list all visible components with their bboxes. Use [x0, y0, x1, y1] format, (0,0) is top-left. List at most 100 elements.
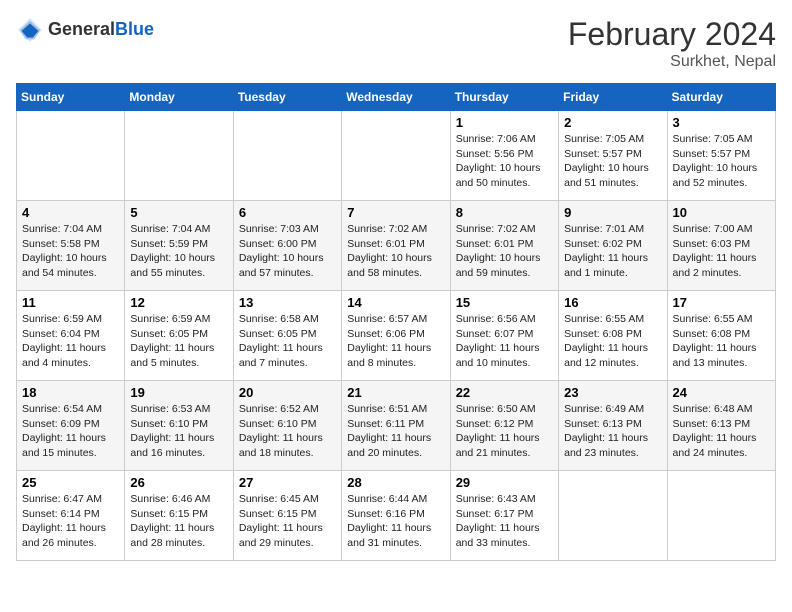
calendar-cell: 16Sunrise: 6:55 AMSunset: 6:08 PMDayligh… — [559, 291, 667, 381]
cell-content: Sunrise: 6:46 AMSunset: 6:15 PMDaylight:… — [130, 492, 227, 551]
logo-text: GeneralBlue — [48, 20, 154, 40]
calendar-cell: 9 Sunrise: 7:01 AMSunset: 6:02 PMDaylight… — [559, 201, 667, 291]
calendar-cell — [342, 111, 450, 201]
day-number: 14 — [347, 295, 444, 310]
cell-content: Sunrise: 6:55 AMSunset: 6:08 PMDaylight:… — [673, 312, 770, 371]
day-number: 10 — [673, 205, 770, 220]
calendar-cell — [125, 111, 233, 201]
calendar-cell: 20Sunrise: 6:52 AMSunset: 6:10 PMDayligh… — [233, 381, 341, 471]
cell-content: Sunrise: 6:50 AMSunset: 6:12 PMDaylight:… — [456, 402, 553, 461]
cell-content: Sunrise: 7:06 AMSunset: 5:56 PMDaylight:… — [456, 132, 553, 191]
weekday-header-wednesday: Wednesday — [342, 84, 450, 111]
weekday-header-sunday: Sunday — [17, 84, 125, 111]
calendar-cell: 29 Sunrise: 6:43 AMSunset: 6:17 PMDayligh… — [450, 471, 558, 561]
cell-content: Sunrise: 6:43 AMSunset: 6:17 PMDaylight:… — [456, 492, 553, 551]
calendar-week-row: 25 Sunrise: 6:47 AMSunset: 6:14 PMDayligh… — [17, 471, 776, 561]
calendar-cell: 2Sunrise: 7:05 AMSunset: 5:57 PMDaylight… — [559, 111, 667, 201]
calendar-cell: 6Sunrise: 7:03 AMSunset: 6:00 PMDaylight… — [233, 201, 341, 291]
calendar-cell — [559, 471, 667, 561]
cell-content: Sunrise: 6:44 AMSunset: 6:16 PMDaylight:… — [347, 492, 444, 551]
calendar-cell: 28 Sunrise: 6:44 AMSunset: 6:16 PMDayligh… — [342, 471, 450, 561]
cell-content: Sunrise: 7:02 AMSunset: 6:01 PMDaylight:… — [456, 222, 553, 281]
day-number: 15 — [456, 295, 553, 310]
day-number: 29 — [456, 475, 553, 490]
day-number: 12 — [130, 295, 227, 310]
cell-content: Sunrise: 6:55 AMSunset: 6:08 PMDaylight:… — [564, 312, 661, 371]
cell-content: Sunrise: 6:57 AMSunset: 6:06 PMDaylight:… — [347, 312, 444, 371]
calendar-cell: 26Sunrise: 6:46 AMSunset: 6:15 PMDayligh… — [125, 471, 233, 561]
month-year-title: February 2024 — [568, 16, 776, 53]
day-number: 3 — [673, 115, 770, 130]
day-number: 28 — [347, 475, 444, 490]
weekday-header-monday: Monday — [125, 84, 233, 111]
day-number: 4 — [22, 205, 119, 220]
calendar-cell: 5Sunrise: 7:04 AMSunset: 5:59 PMDaylight… — [125, 201, 233, 291]
calendar-cell: 27Sunrise: 6:45 AMSunset: 6:15 PMDayligh… — [233, 471, 341, 561]
weekday-header-saturday: Saturday — [667, 84, 775, 111]
day-number: 25 — [22, 475, 119, 490]
calendar-cell: 8 Sunrise: 7:02 AMSunset: 6:01 PMDaylight… — [450, 201, 558, 291]
day-number: 24 — [673, 385, 770, 400]
calendar-cell: 19 Sunrise: 6:53 AMSunset: 6:10 PMDayligh… — [125, 381, 233, 471]
cell-content: Sunrise: 7:05 AMSunset: 5:57 PMDaylight:… — [673, 132, 770, 191]
day-number: 9 — [564, 205, 661, 220]
calendar-cell: 17 Sunrise: 6:55 AMSunset: 6:08 PMDayligh… — [667, 291, 775, 381]
day-number: 19 — [130, 385, 227, 400]
cell-content: Sunrise: 6:59 AMSunset: 6:05 PMDaylight:… — [130, 312, 227, 371]
day-number: 27 — [239, 475, 336, 490]
calendar-cell — [17, 111, 125, 201]
calendar-cell: 14 Sunrise: 6:57 AMSunset: 6:06 PMDayligh… — [342, 291, 450, 381]
cell-content: Sunrise: 7:03 AMSunset: 6:00 PMDaylight:… — [239, 222, 336, 281]
cell-content: Sunrise: 6:51 AMSunset: 6:11 PMDaylight:… — [347, 402, 444, 461]
day-number: 11 — [22, 295, 119, 310]
cell-content: Sunrise: 7:05 AMSunset: 5:57 PMDaylight:… — [564, 132, 661, 191]
cell-content: Sunrise: 7:02 AMSunset: 6:01 PMDaylight:… — [347, 222, 444, 281]
calendar-cell: 3 Sunrise: 7:05 AMSunset: 5:57 PMDaylight… — [667, 111, 775, 201]
page-header: GeneralBlue February 2024 Surkhet, Nepal — [16, 16, 776, 71]
cell-content: Sunrise: 6:48 AMSunset: 6:13 PMDaylight:… — [673, 402, 770, 461]
calendar-cell: 7 Sunrise: 7:02 AMSunset: 6:01 PMDaylight… — [342, 201, 450, 291]
calendar-cell: 18Sunrise: 6:54 AMSunset: 6:09 PMDayligh… — [17, 381, 125, 471]
weekday-header-thursday: Thursday — [450, 84, 558, 111]
calendar-cell: 12 Sunrise: 6:59 AMSunset: 6:05 PMDayligh… — [125, 291, 233, 381]
cell-content: Sunrise: 6:52 AMSunset: 6:10 PMDaylight:… — [239, 402, 336, 461]
calendar-cell: 4 Sunrise: 7:04 AMSunset: 5:58 PMDaylight… — [17, 201, 125, 291]
calendar-cell: 22 Sunrise: 6:50 AMSunset: 6:12 PMDayligh… — [450, 381, 558, 471]
logo: GeneralBlue — [16, 16, 154, 44]
calendar-cell: 24 Sunrise: 6:48 AMSunset: 6:13 PMDayligh… — [667, 381, 775, 471]
calendar-cell: 15 Sunrise: 6:56 AMSunset: 6:07 PMDayligh… — [450, 291, 558, 381]
weekday-header-friday: Friday — [559, 84, 667, 111]
cell-content: Sunrise: 6:49 AMSunset: 6:13 PMDaylight:… — [564, 402, 661, 461]
day-number: 18 — [22, 385, 119, 400]
cell-content: Sunrise: 6:53 AMSunset: 6:10 PMDaylight:… — [130, 402, 227, 461]
calendar-cell — [233, 111, 341, 201]
calendar-cell: 10Sunrise: 7:00 AMSunset: 6:03 PMDayligh… — [667, 201, 775, 291]
calendar-week-row: 1 Sunrise: 7:06 AMSunset: 5:56 PMDaylight… — [17, 111, 776, 201]
day-number: 1 — [456, 115, 553, 130]
cell-content: Sunrise: 7:01 AMSunset: 6:02 PMDaylight:… — [564, 222, 661, 281]
title-block: February 2024 Surkhet, Nepal — [568, 16, 776, 71]
day-number: 22 — [456, 385, 553, 400]
location-subtitle: Surkhet, Nepal — [568, 53, 776, 71]
cell-content: Sunrise: 6:56 AMSunset: 6:07 PMDaylight:… — [456, 312, 553, 371]
day-number: 7 — [347, 205, 444, 220]
logo-icon — [16, 16, 44, 44]
calendar-week-row: 11 Sunrise: 6:59 AMSunset: 6:04 PMDayligh… — [17, 291, 776, 381]
cell-content: Sunrise: 6:58 AMSunset: 6:05 PMDaylight:… — [239, 312, 336, 371]
calendar-cell — [667, 471, 775, 561]
cell-content: Sunrise: 6:47 AMSunset: 6:14 PMDaylight:… — [22, 492, 119, 551]
calendar-cell: 21 Sunrise: 6:51 AMSunset: 6:11 PMDayligh… — [342, 381, 450, 471]
weekday-header-row: SundayMondayTuesdayWednesdayThursdayFrid… — [17, 84, 776, 111]
day-number: 17 — [673, 295, 770, 310]
calendar-cell: 13 Sunrise: 6:58 AMSunset: 6:05 PMDayligh… — [233, 291, 341, 381]
calendar-week-row: 4 Sunrise: 7:04 AMSunset: 5:58 PMDaylight… — [17, 201, 776, 291]
day-number: 13 — [239, 295, 336, 310]
day-number: 5 — [130, 205, 227, 220]
cell-content: Sunrise: 7:04 AMSunset: 5:58 PMDaylight:… — [22, 222, 119, 281]
calendar-table: SundayMondayTuesdayWednesdayThursdayFrid… — [16, 83, 776, 561]
calendar-cell: 23Sunrise: 6:49 AMSunset: 6:13 PMDayligh… — [559, 381, 667, 471]
day-number: 21 — [347, 385, 444, 400]
cell-content: Sunrise: 6:59 AMSunset: 6:04 PMDaylight:… — [22, 312, 119, 371]
day-number: 8 — [456, 205, 553, 220]
calendar-cell: 11 Sunrise: 6:59 AMSunset: 6:04 PMDayligh… — [17, 291, 125, 381]
